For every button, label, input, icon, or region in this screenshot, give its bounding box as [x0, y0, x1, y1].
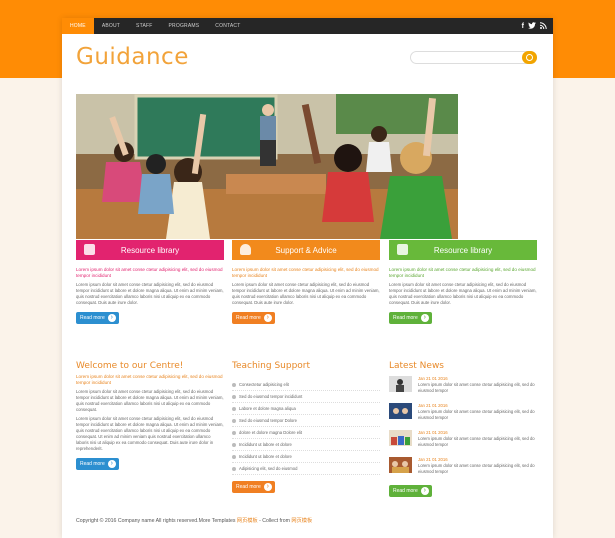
nav-staff[interactable]: STAFF [128, 18, 160, 34]
feature-body: Lorem ipsum dolor sit amet conse ctetur … [389, 282, 537, 305]
feature-column-2: Support & Advice Lorem ipsum dolor sit a… [232, 240, 380, 324]
rss-icon[interactable] [539, 21, 547, 31]
facebook-icon[interactable]: f [522, 23, 524, 30]
feature-column-1: Resource library Lorem ipsum dolor sit a… [76, 240, 224, 324]
support-list: Consectetur adipisicing elit Sed do eius… [232, 379, 380, 475]
read-more-button[interactable]: Read more [232, 312, 275, 324]
nav-home[interactable]: HOME [62, 18, 94, 34]
feature-intro: Lorem ipsum dolor sit amet conse ctetur … [76, 267, 223, 278]
support-list-item[interactable]: Incididunt ut labore et dolore [232, 451, 380, 463]
support-list-item[interactable]: Consectetur adipisicing elit [232, 379, 380, 391]
news-item[interactable]: Jan 21 01 2016 Lorem ipsum dolor sit ame… [389, 457, 537, 479]
feature-title: Resource library [433, 245, 493, 255]
welcome-section: Welcome to our Centre! Lorem ipsum dolor… [76, 361, 224, 470]
welcome-paragraph-1: Lorem ipsum dolor sit amet conse ctetur … [76, 389, 224, 412]
support-list-item[interactable]: dolore et dolore magna Dolore elit [232, 427, 380, 439]
news-text: Lorem ipsum dolor sit amet conse ctetur … [418, 436, 535, 447]
footer-collect-text: - Collect from [257, 518, 292, 524]
footer-link-templates[interactable]: 网页模板 [237, 518, 258, 524]
feature-body: Lorem ipsum dolor sit amet conse ctetur … [76, 282, 224, 305]
news-item[interactable]: Jan 21 01 2016 Lorem ipsum dolor sit ame… [389, 430, 537, 452]
welcome-intro: Lorem ipsum dolor sit amet conse ctetur … [76, 374, 223, 385]
news-text: Lorem ipsum dolor sit amet conse ctetur … [418, 382, 535, 393]
feature-intro: Lorem ipsum dolor sit amet conse ctetur … [389, 267, 536, 278]
search-input[interactable] [410, 51, 537, 64]
trophy-icon [240, 244, 251, 255]
support-list-item[interactable]: Incididunt ut labore et dolore [232, 439, 380, 451]
nav-programs[interactable]: PROGRAMS [161, 18, 208, 34]
support-list-item[interactable]: Adipisicing elit, sed do eiusmod [232, 463, 380, 475]
site-logo[interactable]: Guidance [76, 44, 189, 70]
site-header: Guidance [62, 34, 553, 90]
feature-title: Resource library [120, 245, 180, 255]
footer-link-source[interactable]: 网页模板 [291, 518, 312, 524]
welcome-paragraph-2: Lorem ipsum dolor sit amet conse ctetur … [76, 416, 224, 451]
twitter-icon[interactable] [528, 21, 536, 31]
hero-classroom-image [76, 94, 458, 239]
footer: Copyright © 2016 Company name All rights… [76, 517, 312, 524]
feature-body: Lorem ipsum dolor sit amet conse ctetur … [232, 282, 380, 305]
news-item[interactable]: Jan 21 01 2016 Lorem ipsum dolor sit ame… [389, 376, 537, 398]
news-thumbnail [389, 457, 412, 473]
nav-about[interactable]: ABOUT [94, 18, 128, 34]
library-icon [397, 244, 408, 255]
news-text: Lorem ipsum dolor sit amet conse ctetur … [418, 463, 535, 474]
read-more-button[interactable]: Read more [232, 481, 275, 493]
feature-column-3: Resource library Lorem ipsum dolor sit a… [389, 240, 537, 324]
welcome-title: Welcome to our Centre! [76, 361, 184, 371]
top-navbar: HOME ABOUT STAFF PROGRAMS CONTACT f [62, 18, 553, 34]
news-item[interactable]: Jan 21 01 2016 Lorem ipsum dolor sit ame… [389, 403, 537, 425]
search-icon[interactable] [522, 51, 537, 64]
read-more-button[interactable]: Read more [76, 458, 119, 470]
latest-news-title: Latest News [389, 361, 444, 371]
teaching-support-section: Teaching Support Consectetur adipisicing… [232, 361, 380, 493]
nav-contact[interactable]: CONTACT [207, 18, 248, 34]
feature-title: Support & Advice [275, 245, 337, 255]
resource-library-band: Resource library [389, 240, 537, 260]
resource-library-band: Resource library [76, 240, 224, 260]
read-more-button[interactable]: Read more [76, 312, 119, 324]
social-links: f [522, 18, 547, 34]
book-icon [84, 244, 95, 255]
page-container: HOME ABOUT STAFF PROGRAMS CONTACT f Guid… [62, 18, 553, 538]
support-list-item[interactable]: Labore et dolore magna aliqua [232, 403, 380, 415]
latest-news-section: Latest News Jan 21 01 2016 Lorem ipsum d… [389, 361, 537, 497]
support-list-item[interactable]: Sed do eiusmod tempor incididunt [232, 391, 380, 403]
footer-copyright: Copyright © 2016 Company name All rights… [76, 518, 237, 524]
news-thumbnail [389, 376, 412, 392]
feature-intro: Lorem ipsum dolor sit amet conse ctetur … [232, 267, 379, 278]
support-advice-band: Support & Advice [232, 240, 380, 260]
news-thumbnail [389, 403, 412, 419]
support-list-item[interactable]: Sed do eiusmod tempor Dolore [232, 415, 380, 427]
read-more-button[interactable]: Read more [389, 312, 432, 324]
teaching-support-title: Teaching Support [232, 361, 311, 371]
read-more-button[interactable]: Read more [389, 485, 432, 497]
news-text: Lorem ipsum dolor sit amet conse ctetur … [418, 409, 535, 420]
news-thumbnail [389, 430, 412, 446]
